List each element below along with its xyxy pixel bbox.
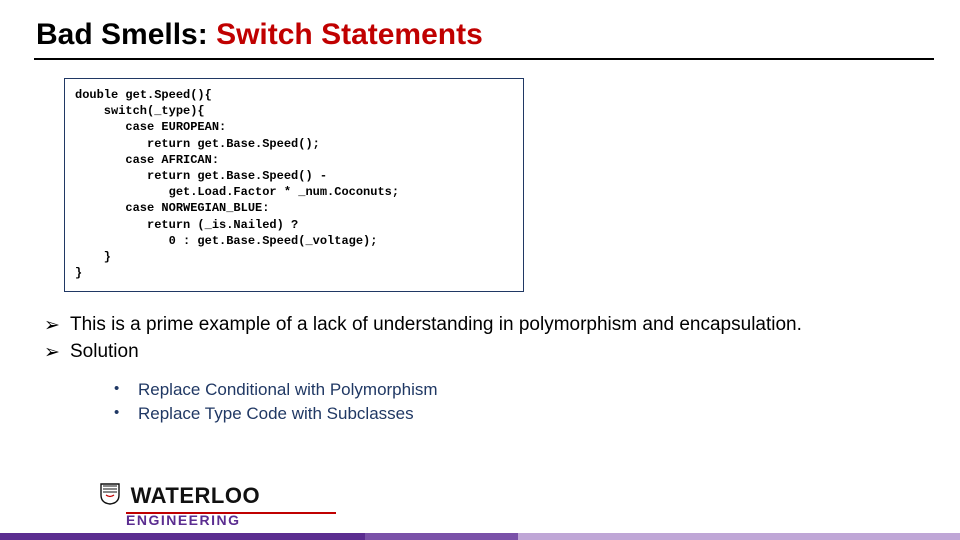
sub-bullet-text: Replace Conditional with Polymorphism: [138, 380, 438, 400]
waterloo-logo: WATERLOO ENGINEERING: [100, 483, 340, 528]
kw-switch: switch: [75, 104, 147, 118]
code-text: (_type){: [147, 104, 205, 118]
bullet-text: Solution: [70, 341, 139, 363]
dot-icon: •: [114, 380, 138, 397]
footer-bar-segment: [365, 533, 519, 540]
footer: WATERLOO ENGINEERING: [0, 484, 960, 540]
bullet-item: ➢ This is a prime example of a lack of u…: [44, 314, 924, 337]
title-underline: [34, 58, 934, 60]
arrow-icon: ➢: [44, 341, 70, 364]
kw-return: return: [75, 169, 190, 183]
code-text: (_is.Nailed) ?: [190, 218, 298, 232]
logo-main: WATERLOO: [100, 483, 340, 511]
title-highlight: Switch Statements: [216, 18, 483, 51]
kw-return: return: [75, 137, 190, 151]
slide: Bad Smells: Switch Statements double get…: [0, 0, 960, 540]
footer-bar: [0, 533, 960, 540]
arrow-icon: ➢: [44, 314, 70, 337]
bullet-list: ➢ This is a prime example of a lack of u…: [44, 314, 924, 424]
kw-return: return: [75, 218, 190, 232]
code-text: get.Load.Factor * _num.Coconuts;: [75, 185, 399, 199]
footer-bar-segment: [0, 533, 365, 540]
crest-icon: [100, 483, 120, 511]
kw-case: case: [75, 201, 154, 215]
code-text: get.Speed(){: [118, 88, 212, 102]
kw-case: case: [75, 120, 154, 134]
code-text: }: [75, 250, 111, 264]
title-prefix: Bad Smells:: [36, 18, 216, 51]
footer-bar-segment: [518, 533, 960, 540]
sub-bullet-item: • Replace Conditional with Polymorphism: [114, 380, 924, 400]
code-text: get.Base.Speed();: [190, 137, 320, 151]
sub-bullet-item: • Replace Type Code with Subclasses: [114, 404, 924, 424]
code-text: }: [75, 266, 82, 280]
code-text: EUROPEAN:: [154, 120, 226, 134]
code-text: get.Base.Speed() -: [190, 169, 327, 183]
spacer: [44, 368, 924, 378]
code-example-box: double get.Speed(){ switch(_type){ case …: [64, 78, 524, 292]
bullet-text: This is a prime example of a lack of und…: [70, 314, 802, 336]
kw-case: case: [75, 153, 154, 167]
sub-bullet-text: Replace Type Code with Subclasses: [138, 404, 414, 424]
code-text: NORWEGIAN_BLUE:: [154, 201, 269, 215]
dot-icon: •: [114, 404, 138, 421]
bullet-item: ➢ Solution: [44, 341, 924, 364]
code-example: double get.Speed(){ switch(_type){ case …: [75, 87, 513, 281]
logo-main-text: WATERLOO: [131, 483, 260, 508]
logo-sub-text: ENGINEERING: [126, 512, 340, 528]
kw-double: double: [75, 88, 118, 102]
code-text: 0 : get.Base.Speed(_voltage);: [75, 234, 377, 248]
page-title: Bad Smells: Switch Statements: [36, 18, 924, 52]
code-text: AFRICAN:: [154, 153, 219, 167]
